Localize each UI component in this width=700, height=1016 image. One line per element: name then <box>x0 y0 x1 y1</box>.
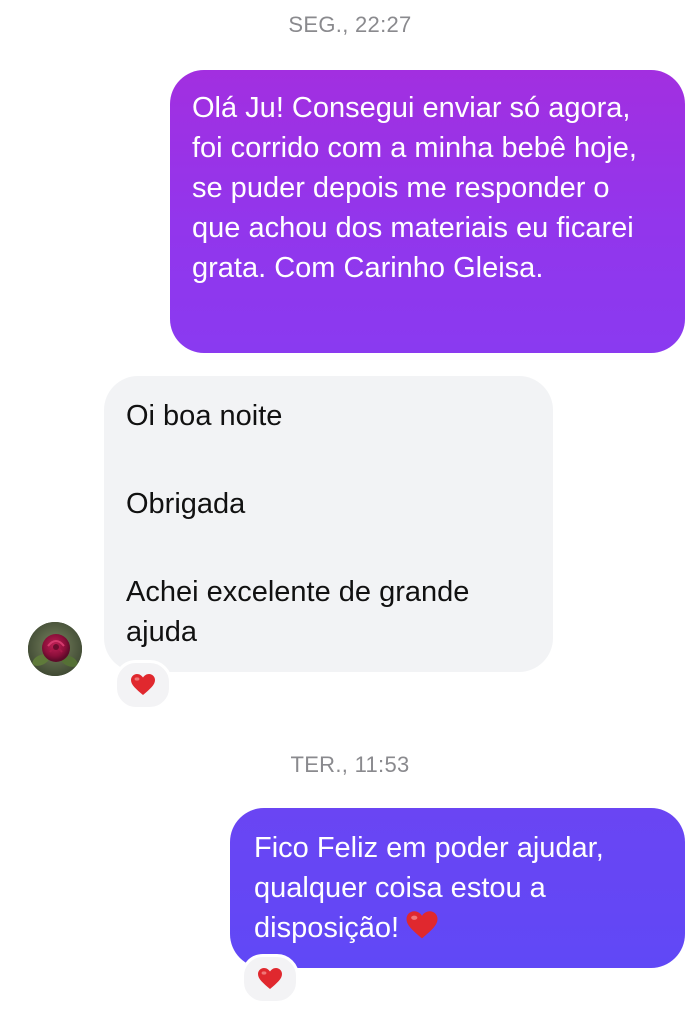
rose-icon <box>28 622 82 676</box>
timestamp-tuesday: TER., 11:53 <box>290 752 410 777</box>
message-bubble-outgoing[interactable]: Fico Feliz em poder ajudar, qualquer coi… <box>230 808 685 968</box>
message-text-line: Obrigada <box>126 488 246 520</box>
heart-icon <box>405 910 439 952</box>
message-bubble-incoming[interactable]: Oi boa noite Obrigada Achei excelente de… <box>104 376 553 672</box>
message-text: Olá Ju! Consegui enviar só agora, foi co… <box>192 92 637 284</box>
message-bubble-outgoing[interactable]: Olá Ju! Consegui enviar só agora, foi co… <box>170 70 685 353</box>
message-text-line: Oi boa noite <box>126 400 283 432</box>
heart-icon <box>131 674 155 695</box>
reaction-badge[interactable] <box>114 660 172 710</box>
reaction-badge[interactable] <box>241 954 299 1004</box>
message-text-line: Achei excelente de grande ajuda <box>126 576 470 648</box>
heart-icon <box>258 968 282 989</box>
timestamp-monday: SEG., 22:27 <box>288 12 412 37</box>
avatar[interactable] <box>28 622 82 676</box>
